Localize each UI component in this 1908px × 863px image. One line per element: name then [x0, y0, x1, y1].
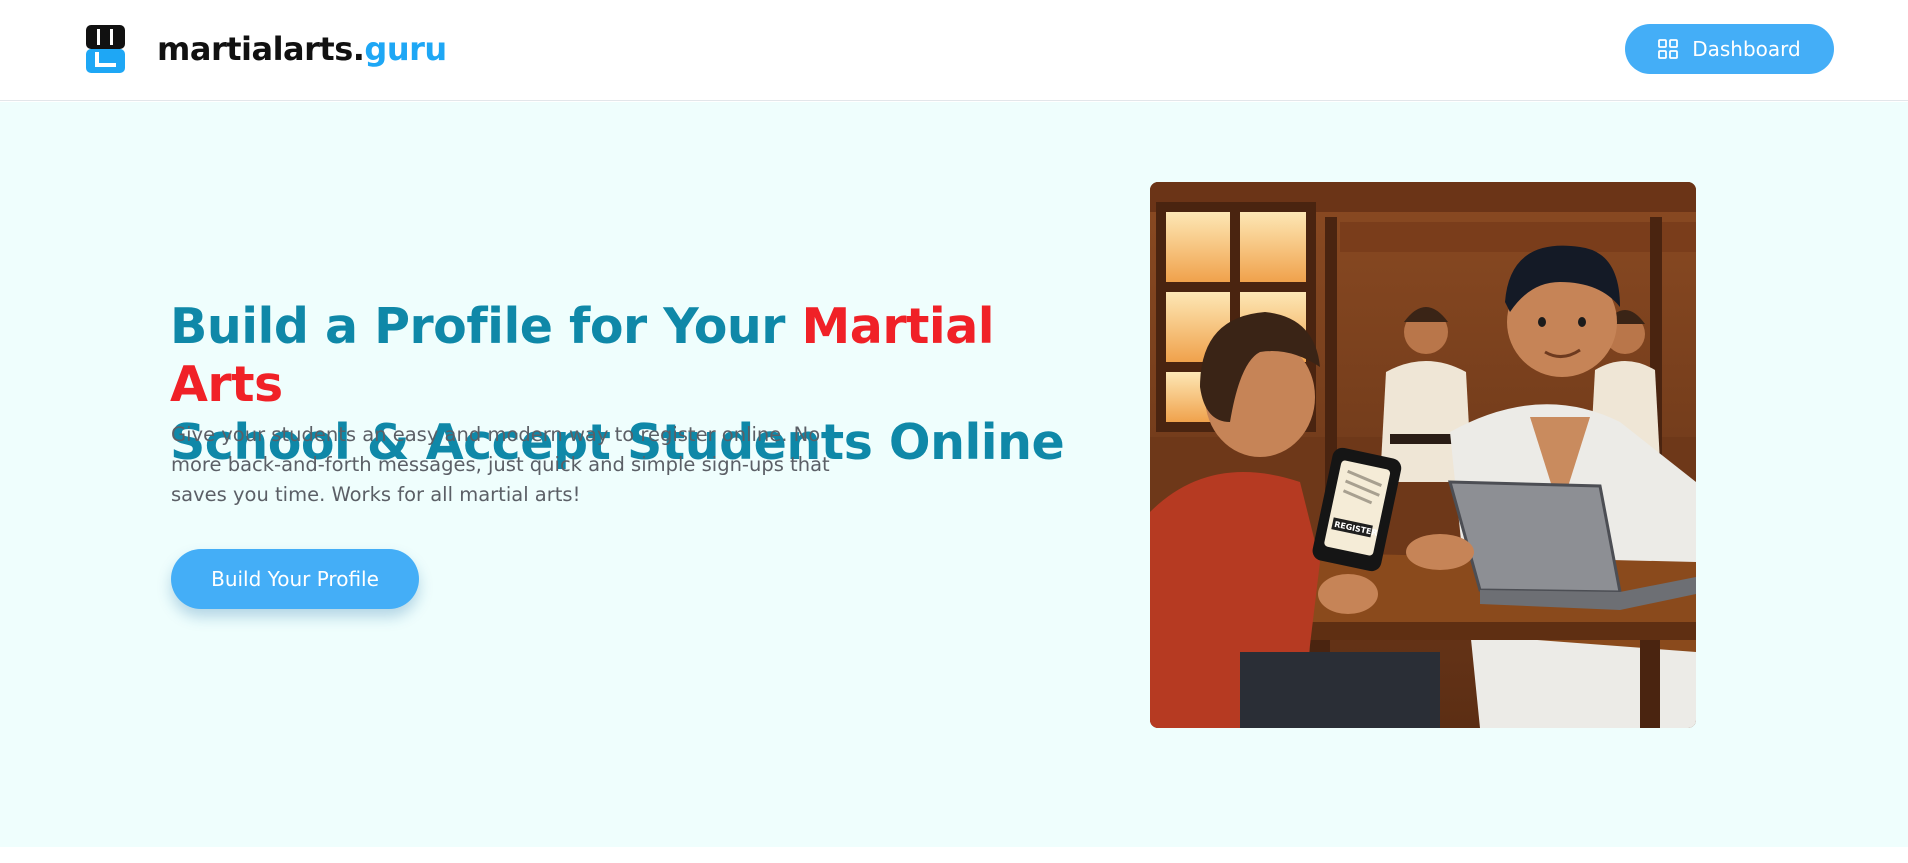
dashboard-button-label: Dashboard — [1692, 37, 1801, 61]
dashboard-button[interactable]: Dashboard — [1625, 24, 1834, 74]
brand-logo[interactable]: martialarts.guru — [86, 25, 447, 73]
grid-icon — [1658, 39, 1679, 59]
dojo-registration-illustration: REGISTER — [1150, 182, 1696, 728]
hero-section: Build a Profile for Your Martial Arts Sch… — [0, 102, 1908, 847]
brand-name-main: martialarts. — [157, 30, 365, 68]
brand-name: martialarts.guru — [157, 30, 447, 68]
headline-part1: Build a Profile for Your — [170, 298, 802, 355]
build-profile-button[interactable]: Build Your Profile — [171, 549, 419, 609]
hero-subtext: Give your students an easy and modern wa… — [171, 423, 830, 506]
hero-illustration: REGISTER — [1150, 182, 1696, 728]
site-header: martialarts.guru Dashboard — [0, 0, 1908, 101]
build-profile-button-label: Build Your Profile — [211, 567, 379, 591]
martialarts-guru-logo-icon — [86, 25, 125, 73]
brand-name-accent: guru — [364, 30, 447, 68]
